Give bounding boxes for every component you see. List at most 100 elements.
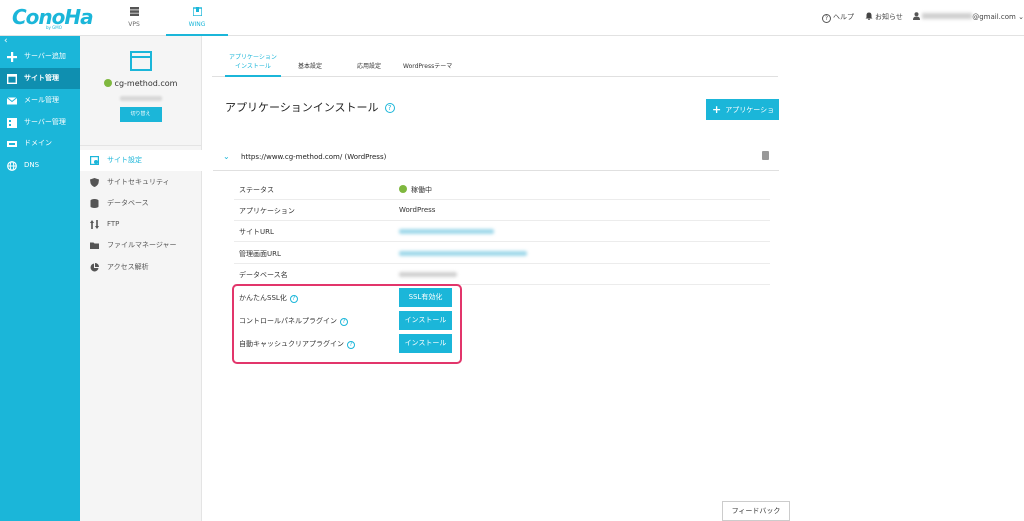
bell-icon <box>865 12 873 21</box>
page-title: アプリケーションインストール? <box>225 99 395 115</box>
account-blur <box>922 13 973 19</box>
main-sidebar: ‹ サーバー追加 サイト管理 メール管理 サーバー管理 ドメイン DNS <box>0 36 80 521</box>
sidebar-item-domain[interactable]: ドメイン <box>0 133 80 154</box>
sidebar-item-label: サーバー追加 <box>24 52 66 60</box>
shield-icon <box>90 178 99 187</box>
sidebar-item-server-manage[interactable]: サーバー管理 <box>0 112 80 133</box>
domain-text: cg-method.com <box>114 79 178 88</box>
logo-sub: by GMO <box>46 25 62 30</box>
question-icon: ? <box>822 14 831 23</box>
blurred-site-info <box>119 96 162 101</box>
sidebar-item-label: ドメイン <box>24 139 52 147</box>
status-text: 稼働中 <box>411 186 432 194</box>
status-ok-icon <box>103 79 112 87</box>
tab-basic-settings[interactable]: 基本設定 <box>298 62 322 71</box>
blurred-site-url-link[interactable] <box>399 229 494 234</box>
site-icon <box>7 74 17 84</box>
sidebar-item-label: メール管理 <box>24 96 59 104</box>
page-title-text: アプリケーションインストール <box>225 101 379 114</box>
plus-icon <box>7 52 17 62</box>
row-status: ステータス 稼働中 <box>234 179 770 200</box>
site-menu-label: FTP <box>107 220 120 228</box>
top-bar: ConoHa by GMO VPS WING ? ヘルプ お知らせ @gmail.… <box>0 0 1024 36</box>
wing-icon <box>192 7 202 16</box>
row-application: アプリケーション WordPress <box>234 200 770 221</box>
site-menu-site-settings[interactable]: サイト設定 <box>80 150 202 171</box>
row-key: 管理画面URL <box>239 250 281 258</box>
trash-icon[interactable] <box>762 151 769 160</box>
add-application-label: アプリケーション <box>712 106 775 135</box>
help-link[interactable]: ? ヘルプ <box>822 12 854 23</box>
notice-link[interactable]: お知らせ <box>865 12 903 22</box>
highlight-annotation-box <box>232 284 462 364</box>
server-manage-icon <box>7 118 17 128</box>
row-key: ステータス <box>239 186 274 194</box>
site-settings-icon <box>90 156 99 165</box>
application-url: https://www.cg-method.com/ (WordPress) <box>241 153 387 161</box>
conoha-logo[interactable]: ConoHa by GMO <box>12 7 94 30</box>
application-value: WordPress <box>399 206 436 214</box>
browser-window-icon <box>129 51 152 71</box>
blurred-database-name <box>399 272 457 277</box>
mail-icon <box>7 97 17 105</box>
sidebar-item-label: サイト管理 <box>24 74 59 82</box>
row-admin-url: 管理画面URL <box>234 243 770 264</box>
site-menu-security[interactable]: サイトセキュリティ <box>80 172 202 193</box>
sidebar-item-dns[interactable]: DNS <box>0 155 80 176</box>
blurred-admin-url-link[interactable] <box>399 251 527 256</box>
sidebar-item-mail-manage[interactable]: メール管理 <box>0 90 80 111</box>
site-menu-access-analytics[interactable]: アクセス解析 <box>80 257 202 278</box>
chevron-down-icon: ⌄ <box>1018 13 1024 21</box>
chevron-down-icon[interactable]: ⌄ <box>223 152 230 161</box>
service-tab-wing[interactable]: WING <box>166 0 228 36</box>
tab-advanced-settings[interactable]: 応用設定 <box>357 62 381 71</box>
site-menu-label: サイト設定 <box>107 156 142 164</box>
plus-icon: + <box>712 103 722 116</box>
sidebar-item-label: サーバー管理 <box>24 118 66 126</box>
service-label-vps: VPS <box>128 21 140 28</box>
site-menu-label: アクセス解析 <box>107 263 149 271</box>
switch-site-button[interactable]: 切り替え <box>119 107 162 122</box>
status-value: 稼働中 <box>399 185 432 195</box>
globe-icon <box>7 161 17 171</box>
sidebar-item-site-manage[interactable]: サイト管理 <box>0 68 80 89</box>
site-header: cg-method.com 切り替え <box>80 36 201 146</box>
site-menu-label: サイトセキュリティ <box>107 178 170 186</box>
feedback-button[interactable]: フィードバック <box>722 501 790 521</box>
add-application-button[interactable]: + アプリケーション <box>706 99 779 135</box>
site-menu-database[interactable]: データベース <box>80 193 202 214</box>
domain-icon <box>7 141 17 147</box>
folder-icon <box>90 242 99 249</box>
site-menu-file-manager[interactable]: ファイルマネージャー <box>80 235 202 256</box>
help-label: ヘルプ <box>833 13 854 21</box>
database-icon <box>90 199 99 208</box>
notice-label: お知らせ <box>875 13 903 21</box>
sidebar-item-label: DNS <box>24 161 40 169</box>
row-key: サイトURL <box>239 228 274 236</box>
tab-wordpress-theme[interactable]: WordPressテーマ <box>403 62 452 71</box>
site-menu-ftp[interactable]: FTP <box>80 214 202 235</box>
tab-app-install[interactable]: アプリケーション インストール <box>225 53 281 77</box>
row-key: アプリケーション <box>239 207 295 215</box>
site-menu-label: ファイルマネージャー <box>107 241 177 249</box>
server-icon <box>129 7 139 16</box>
account-menu[interactable]: @gmail.com ⌄ <box>913 12 1024 21</box>
service-label-wing: WING <box>188 21 206 28</box>
site-panel: cg-method.com 切り替え サイト設定 サイトセキュリティ データベー… <box>80 36 202 521</box>
application-header[interactable]: ⌄ https://www.cg-method.com/ (WordPress) <box>213 146 779 171</box>
help-question-icon[interactable]: ? <box>384 103 395 113</box>
site-menu-label: データベース <box>107 199 149 207</box>
sidebar-item-add-server[interactable]: サーバー追加 <box>0 46 80 67</box>
row-site-url: サイトURL <box>234 221 770 242</box>
row-database-name: データベース名 <box>234 264 770 285</box>
user-icon <box>913 12 920 20</box>
account-email: @gmail.com <box>972 13 1016 21</box>
status-ok-icon <box>399 185 407 193</box>
service-tab-vps[interactable]: VPS <box>103 0 165 36</box>
settings-tabs: アプリケーション インストール 基本設定 応用設定 WordPressテーマ <box>212 48 778 77</box>
pie-chart-icon <box>90 263 99 272</box>
chevron-left-icon[interactable]: ‹ <box>4 36 8 46</box>
site-domain: cg-method.com <box>80 79 201 88</box>
ftp-icon <box>90 220 99 229</box>
row-key: データベース名 <box>239 271 288 279</box>
